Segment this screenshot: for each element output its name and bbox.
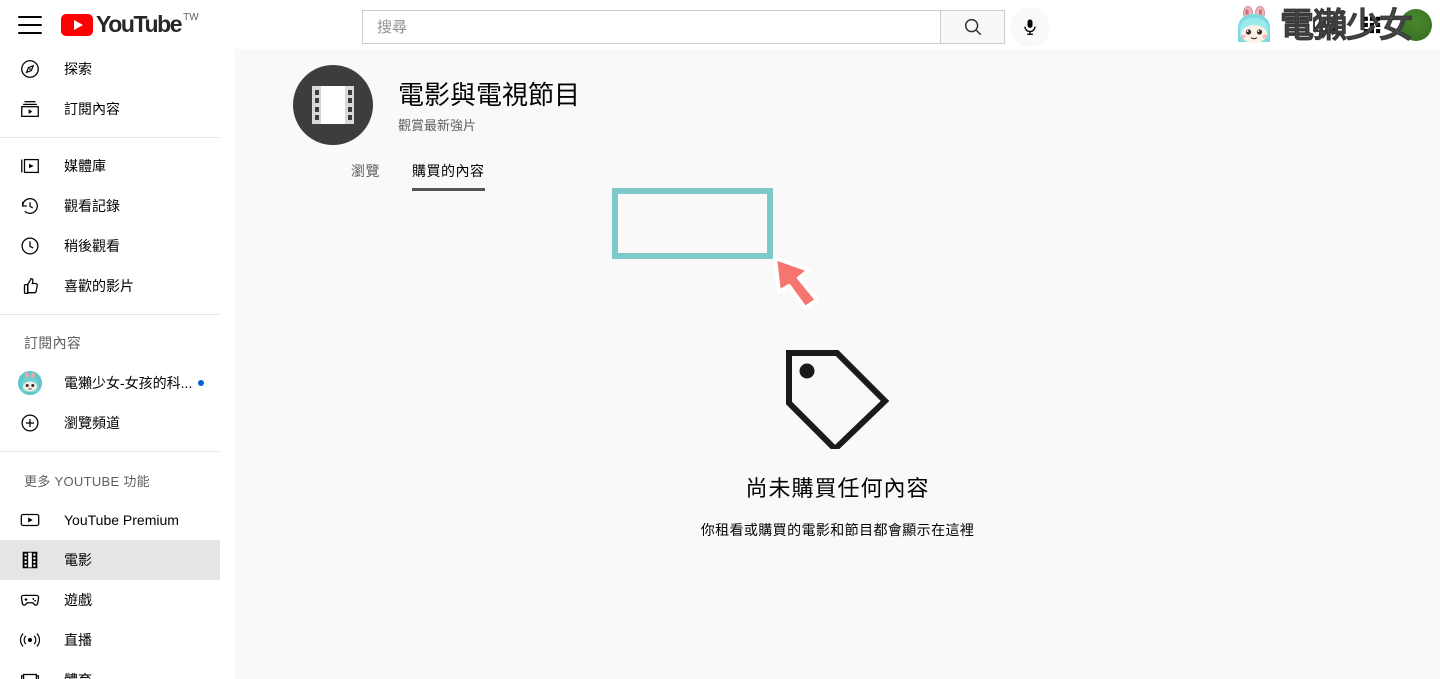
youtube-apps-button[interactable] [1352,5,1392,45]
channel-avatar [18,371,42,395]
sidebar-section-more-header: 更多 YOUTUBE 功能 [24,473,150,489]
annotation-pointer-arrow [769,248,841,317]
channel-tabs: 瀏覽 購買的內容 [293,149,1440,193]
live-icon [18,628,42,652]
sidebar-item-label: 觀看記錄 [64,198,120,214]
create-video-icon [1313,16,1335,32]
thumbs-up-icon [18,274,42,298]
sidebar-item-youtube-premium[interactable]: YouTube Premium [0,500,220,540]
plus-circle-icon [18,411,42,435]
search-button[interactable] [940,10,1005,44]
new-content-dot [198,380,205,386]
sidebar-item-watch-later[interactable]: 稍後觀看 [0,226,220,266]
movies-icon [18,548,42,572]
sidebar-item-label: 直播 [64,632,92,648]
sidebar-group-library: 媒體庫 觀看記錄 稍後觀看 喜歡的影片 [0,146,235,306]
left-sidebar: 探索 訂閱內容 媒體庫 觀看記錄 稍後觀看 喜歡的影片 訂閱內容 電獺少女-女孩… [0,49,235,679]
sidebar-divider [0,137,219,138]
sidebar-group-explore: 探索 訂閱內容 [0,49,235,129]
sidebar-item-subscriptions[interactable]: 訂閱內容 [0,89,220,129]
main-content: 尚未購買任何內容 你租看或購買的電影和節目都會顯示在這裡 電影與電視節目 觀賞最… [235,49,1440,679]
sidebar-item-explore[interactable]: 探索 [0,49,220,89]
top-right-actions [1304,0,1432,49]
channel-avatar[interactable] [293,65,373,145]
channel-header: 電影與電視節目 觀賞最新強片 瀏覽 購買的內容 [235,49,1440,193]
create-video-button[interactable] [1304,5,1344,45]
compass-icon [18,57,42,81]
gaming-icon [18,588,42,612]
voice-search-button[interactable] [1010,7,1050,47]
sidebar-divider [0,314,219,315]
search-box[interactable] [362,10,940,44]
sidebar-item-label: 瀏覽頻道 [64,415,120,431]
sidebar-item-channel-subscription[interactable]: 電獺少女-女孩的科... [0,363,220,403]
sidebar-item-library[interactable]: 媒體庫 [0,146,220,186]
film-strip-icon [312,86,354,124]
hamburger-menu-icon[interactable] [18,15,42,34]
youtube-play-icon [61,13,93,36]
subscriptions-icon [18,97,42,121]
microphone-icon [1024,19,1036,35]
watch-later-icon [18,234,42,258]
sidebar-divider [0,451,219,452]
top-navigation-bar: YouTube TW 搜尋 電獺少女 [0,0,1440,49]
channel-title: 電影與電視節目 [398,80,581,110]
sports-icon [18,668,42,679]
sidebar-item-browse-channels[interactable]: 瀏覽頻道 [0,403,220,443]
sidebar-item-label: 體育 [64,670,92,679]
youtube-logo-text: YouTube [96,10,183,37]
sidebar-item-label: 探索 [64,61,92,77]
sidebar-item-movies[interactable]: 電影 [0,540,220,580]
search-input[interactable] [377,11,940,43]
tab-purchases[interactable]: 購買的內容 [396,149,501,193]
sidebar-item-history[interactable]: 觀看記錄 [0,186,220,226]
tab-browse[interactable]: 瀏覽 [335,149,396,193]
channel-subtitle: 觀賞最新強片 [398,118,477,133]
sidebar-item-label: 媒體庫 [64,158,106,174]
sidebar-item-label: 喜歡的影片 [64,278,134,294]
youtube-logo[interactable]: YouTube TW [61,11,199,39]
sidebar-item-label: 稍後觀看 [64,238,120,254]
account-avatar[interactable] [1400,8,1432,41]
empty-state-title: 尚未購買任何內容 [745,476,930,501]
sidebar-section-subscriptions-header: 訂閱內容 [24,335,82,351]
youtube-apps-icon [1363,16,1381,33]
mascot-icon [1232,4,1278,48]
empty-state-subtitle: 你租看或購買的電影和節目都會顯示在這裡 [700,522,975,538]
sidebar-item-gaming[interactable]: 遊戲 [0,580,220,620]
search-area [362,7,1050,47]
sidebar-item-live[interactable]: 直播 [0,620,220,660]
sidebar-item-label: 電影 [64,552,92,568]
search-icon [964,18,981,36]
library-icon [18,154,42,178]
youtube-premium-icon [18,508,42,532]
sidebar-item-liked-videos[interactable]: 喜歡的影片 [0,266,220,306]
sidebar-item-label: 遊戲 [64,592,92,608]
sidebar-item-label: 訂閱內容 [64,101,120,117]
history-icon [18,194,42,218]
sidebar-item-label: YouTube Premium [64,512,179,528]
youtube-page: YouTube TW 搜尋 電獺少女 探索 訂閱內容 媒體庫 觀看記錄 稍後觀看… [0,0,1440,679]
sidebar-item-sports[interactable]: 體育 [0,660,220,679]
sidebar-item-label: 電獺少女-女孩的科... [64,375,193,391]
price-tag-icon [786,350,890,449]
annotation-highlight-box [612,188,773,259]
youtube-country-code: TW [183,11,199,23]
